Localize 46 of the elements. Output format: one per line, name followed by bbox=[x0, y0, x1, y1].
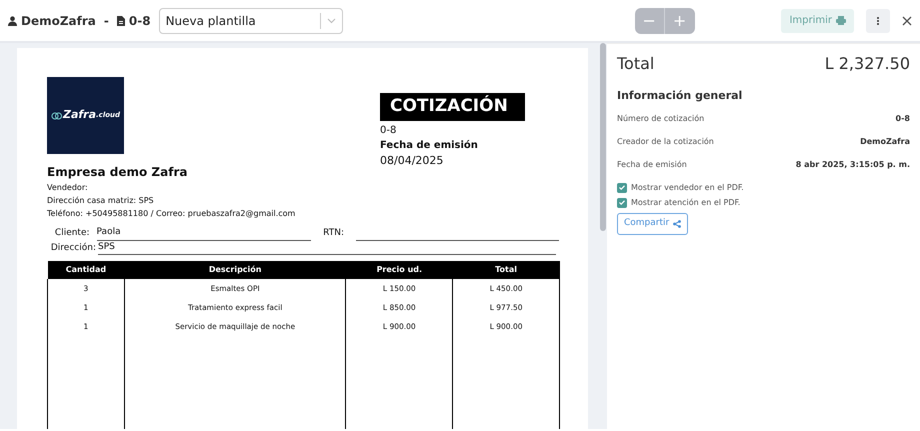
checkbox-label: Mostrar vendedor en el PDF. bbox=[631, 182, 744, 194]
issue-date: 08/04/2025 bbox=[380, 152, 444, 168]
field-label: Creador de la cotización bbox=[617, 136, 714, 148]
company-info-text: Teléfono: +50495881180 / Correo: pruebaszafra2@gmail.com bbox=[47, 208, 296, 220]
address-field: SPS bbox=[98, 240, 556, 255]
document-icon bbox=[116, 16, 125, 26]
zoom-out-button[interactable]: − bbox=[634, 8, 665, 34]
document-title: COTIZACIÓN bbox=[380, 93, 525, 120]
rtn-label: RTN: bbox=[323, 227, 344, 240]
close-icon[interactable] bbox=[902, 16, 912, 26]
template-select[interactable]: Nueva plantilla bbox=[158, 8, 343, 34]
company-name: Empresa demo Zafra bbox=[47, 164, 188, 181]
section-title: Información general bbox=[617, 88, 744, 104]
checkbox-label: Mostrar atención en el PDF. bbox=[631, 196, 740, 208]
field-label: Fecha de emisión bbox=[617, 158, 687, 170]
field-value: 8 abr 2025, 3:15:05 p. m. bbox=[796, 158, 910, 170]
field-value: DemoZafra bbox=[860, 136, 910, 148]
user-name: DemoZafra bbox=[21, 12, 96, 30]
date-label: Fecha de emisión bbox=[380, 138, 479, 152]
column-header: Precio ud. bbox=[346, 261, 453, 279]
share-button[interactable]: Compartir bbox=[617, 212, 688, 234]
quote-number: 0-8 bbox=[380, 124, 398, 138]
document-number: 0-8 bbox=[128, 12, 151, 30]
checkbox[interactable] bbox=[617, 182, 627, 192]
more-options-button[interactable] bbox=[866, 8, 890, 32]
field-label: Número de cotización bbox=[617, 112, 704, 124]
printer-icon bbox=[836, 16, 846, 25]
share-icon bbox=[673, 220, 682, 228]
column-header: Descripción bbox=[124, 261, 346, 279]
company-info-text: Dirección casa matriz: SPS bbox=[47, 195, 155, 207]
address-label: Dirección: bbox=[50, 242, 96, 254]
column-header: Total bbox=[452, 261, 560, 279]
total-amount: L 2,327.50 bbox=[824, 53, 910, 75]
client-field: Paola bbox=[96, 226, 312, 240]
company-info-text: Vendedor: bbox=[47, 182, 89, 194]
field-value: 0-8 bbox=[896, 112, 910, 124]
zoom-in-button[interactable]: + bbox=[664, 8, 695, 34]
print-button[interactable]: Imprimir bbox=[781, 8, 854, 32]
client-label: Cliente: bbox=[54, 227, 90, 240]
column-header: Cantidad bbox=[48, 261, 124, 279]
chevron-down-icon bbox=[326, 18, 336, 24]
scrollbar-thumb[interactable] bbox=[600, 43, 606, 231]
total-label: Total bbox=[617, 53, 654, 75]
user-icon bbox=[8, 16, 17, 26]
separator-text: - bbox=[104, 12, 109, 30]
checkbox[interactable] bbox=[617, 198, 627, 208]
